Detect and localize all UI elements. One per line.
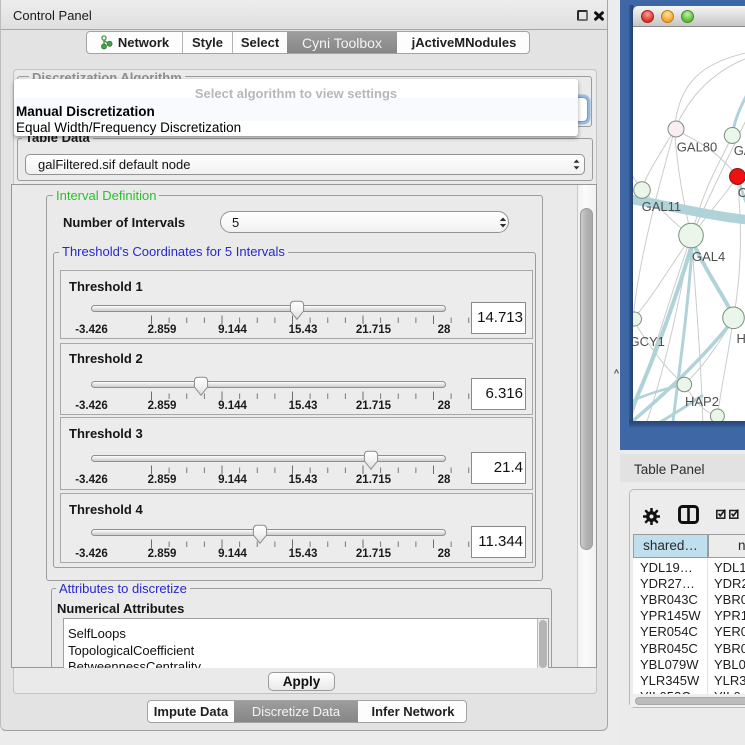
svg-text:GA: GA <box>734 143 745 158</box>
svg-text:GCY1: GCY1 <box>633 334 665 349</box>
svg-text:GAL80: GAL80 <box>677 140 717 155</box>
svg-text:HAP2: HAP2 <box>685 394 719 409</box>
svg-text:CY: CY <box>738 185 745 200</box>
svg-text:GAL11: GAL11 <box>642 199 682 214</box>
svg-text:HA: HA <box>737 331 745 346</box>
svg-text:GAL4: GAL4 <box>692 249 725 264</box>
